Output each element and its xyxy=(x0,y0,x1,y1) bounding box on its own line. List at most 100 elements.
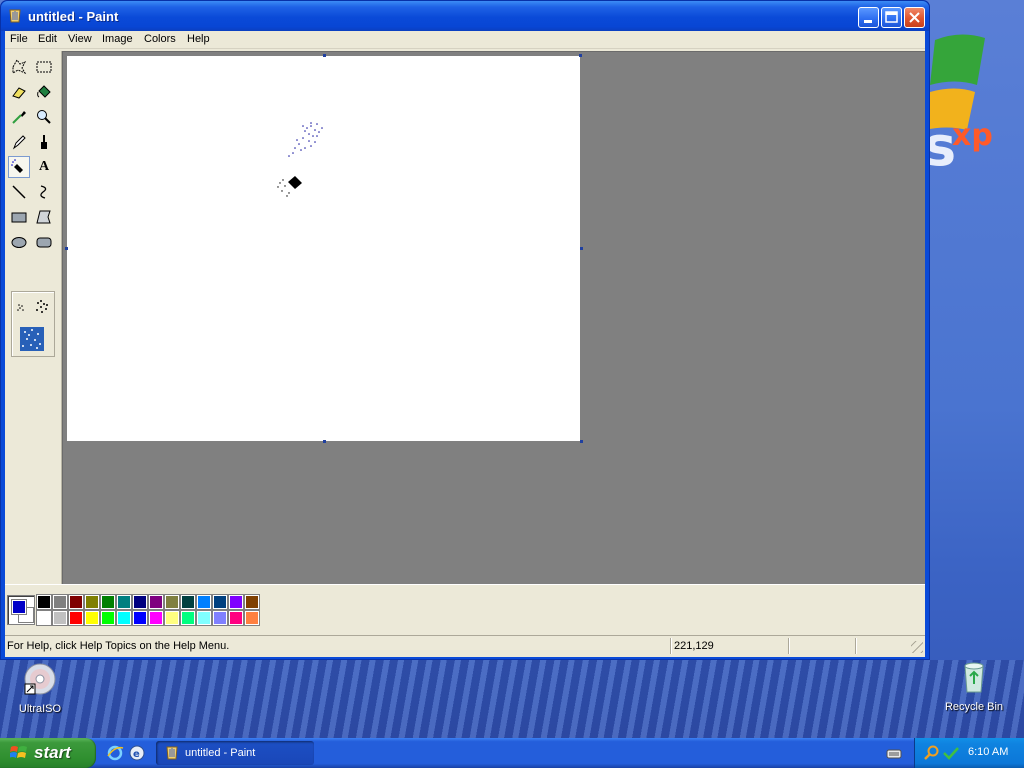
drawing-canvas[interactable] xyxy=(67,56,580,441)
svg-text:e: e xyxy=(133,749,140,760)
palette-swatch[interactable] xyxy=(164,594,180,610)
resize-handle-top xyxy=(323,54,326,57)
magnifier-icon xyxy=(37,110,51,124)
tool-polygon[interactable] xyxy=(33,206,55,228)
palette-swatch[interactable] xyxy=(52,594,68,610)
spray-small-option xyxy=(17,304,24,311)
palette-swatch[interactable] xyxy=(196,610,212,626)
tool-brush[interactable] xyxy=(33,131,55,153)
eraser-icon xyxy=(12,87,26,99)
status-help-text: For Help, click Help Topics on the Help … xyxy=(7,640,230,652)
menu-help[interactable]: Help xyxy=(187,33,210,45)
tool-eraser[interactable] xyxy=(8,81,30,103)
palette-swatch[interactable] xyxy=(228,594,244,610)
tool-fill-with-color[interactable] xyxy=(33,81,55,103)
resize-handle-bottom[interactable] xyxy=(323,440,326,443)
start-label: start xyxy=(34,743,71,762)
resize-handle-bottom-right[interactable] xyxy=(580,440,583,443)
maximize-button[interactable] xyxy=(881,7,902,28)
palette-swatch[interactable] xyxy=(116,594,132,610)
tool-magnifier[interactable] xyxy=(33,106,55,128)
close-button[interactable] xyxy=(904,7,925,28)
rectangle-icon xyxy=(11,212,27,223)
window-client: File Edit View Image Colors Help A For H… xyxy=(5,31,925,657)
search-icon[interactable] xyxy=(923,745,941,761)
resize-handle-top-right xyxy=(579,54,582,57)
palette-swatch[interactable] xyxy=(84,610,100,626)
palette-swatch[interactable] xyxy=(52,610,68,626)
paint-window: untitled - Paint File Edit View Image Co… xyxy=(0,0,930,660)
palette-swatch[interactable] xyxy=(132,610,148,626)
taskbar-button-paint[interactable]: untitled - Paint xyxy=(156,741,314,765)
palette-swatch[interactable] xyxy=(68,610,84,626)
foreground-color-swatch xyxy=(11,599,27,615)
title-bar[interactable]: untitled - Paint xyxy=(1,1,929,31)
current-colors xyxy=(7,595,35,625)
show-desktop-icon[interactable]: e xyxy=(128,744,146,762)
fill-bucket-icon xyxy=(37,85,51,98)
palette-swatch[interactable] xyxy=(180,610,196,626)
tool-pick-color[interactable] xyxy=(8,106,30,128)
desktop-icon-recycle-bin[interactable]: Recycle Bin xyxy=(934,660,1014,713)
palette-swatch[interactable] xyxy=(68,594,84,610)
palette-swatch[interactable] xyxy=(196,594,212,610)
desktop-icon-label: Recycle Bin xyxy=(944,701,1004,713)
tool-text[interactable]: A xyxy=(33,156,55,178)
internet-explorer-icon[interactable] xyxy=(106,744,124,762)
palette-swatch[interactable] xyxy=(36,610,52,626)
tool-line[interactable] xyxy=(8,181,30,203)
palette-swatch[interactable] xyxy=(244,610,260,626)
tool-rectangle[interactable] xyxy=(8,206,30,228)
menu-file[interactable]: File xyxy=(10,33,28,45)
palette-swatch[interactable] xyxy=(84,594,100,610)
palette-swatch[interactable] xyxy=(244,594,260,610)
desktop-icon-label: UltraISO xyxy=(18,703,62,715)
desktop-icon-ultraiso[interactable]: UltraISO xyxy=(0,662,80,715)
palette-swatch[interactable] xyxy=(180,594,196,610)
ellipse-icon xyxy=(11,237,27,248)
line-icon xyxy=(12,185,26,199)
palette-swatch[interactable] xyxy=(212,594,228,610)
palette-swatch[interactable] xyxy=(132,594,148,610)
status-separator xyxy=(788,638,789,654)
close-icon xyxy=(909,12,920,23)
spray-size-icons xyxy=(17,300,48,351)
menu-view[interactable]: View xyxy=(68,33,92,45)
tool-rounded-rectangle[interactable] xyxy=(33,231,55,253)
airbrush-cursor xyxy=(277,176,302,197)
tool-free-form-select[interactable] xyxy=(8,56,30,78)
palette-swatch[interactable] xyxy=(164,610,180,626)
taskbar-button-label: untitled - Paint xyxy=(185,747,256,759)
menu-edit[interactable]: Edit xyxy=(38,33,57,45)
rounded-rectangle-icon xyxy=(36,237,52,248)
palette-swatch[interactable] xyxy=(100,594,116,610)
tool-pencil[interactable] xyxy=(8,131,30,153)
wallpaper-dunes xyxy=(0,660,1024,738)
free-form-select-icon xyxy=(12,59,27,75)
palette-swatch[interactable] xyxy=(36,594,52,610)
xp-logo-text: xp xyxy=(952,118,993,153)
resize-handle-right[interactable] xyxy=(580,247,583,250)
palette-swatch[interactable] xyxy=(100,610,116,626)
minimize-button[interactable] xyxy=(858,7,879,28)
palette-swatch[interactable] xyxy=(228,610,244,626)
clock: 6:10 AM xyxy=(968,746,1009,758)
ultraiso-icon xyxy=(24,663,56,695)
tool-ellipse[interactable] xyxy=(8,231,30,253)
language-bar-icon[interactable] xyxy=(885,745,903,761)
menu-image[interactable]: Image xyxy=(102,33,133,45)
tool-curve[interactable] xyxy=(33,181,55,203)
tool-airbrush[interactable] xyxy=(8,156,30,178)
palette-swatch[interactable] xyxy=(148,594,164,610)
palette-swatch[interactable] xyxy=(148,610,164,626)
start-button[interactable]: start xyxy=(0,738,96,768)
tool-select[interactable] xyxy=(33,56,55,78)
menu-colors[interactable]: Colors xyxy=(144,33,176,45)
resize-grip[interactable] xyxy=(911,641,923,653)
window-title: untitled - Paint xyxy=(28,9,119,24)
polygon-icon xyxy=(36,210,51,224)
palette-swatch[interactable] xyxy=(116,610,132,626)
network-icon[interactable] xyxy=(942,745,960,761)
canvas-workspace xyxy=(62,51,925,584)
palette-swatch[interactable] xyxy=(212,610,228,626)
